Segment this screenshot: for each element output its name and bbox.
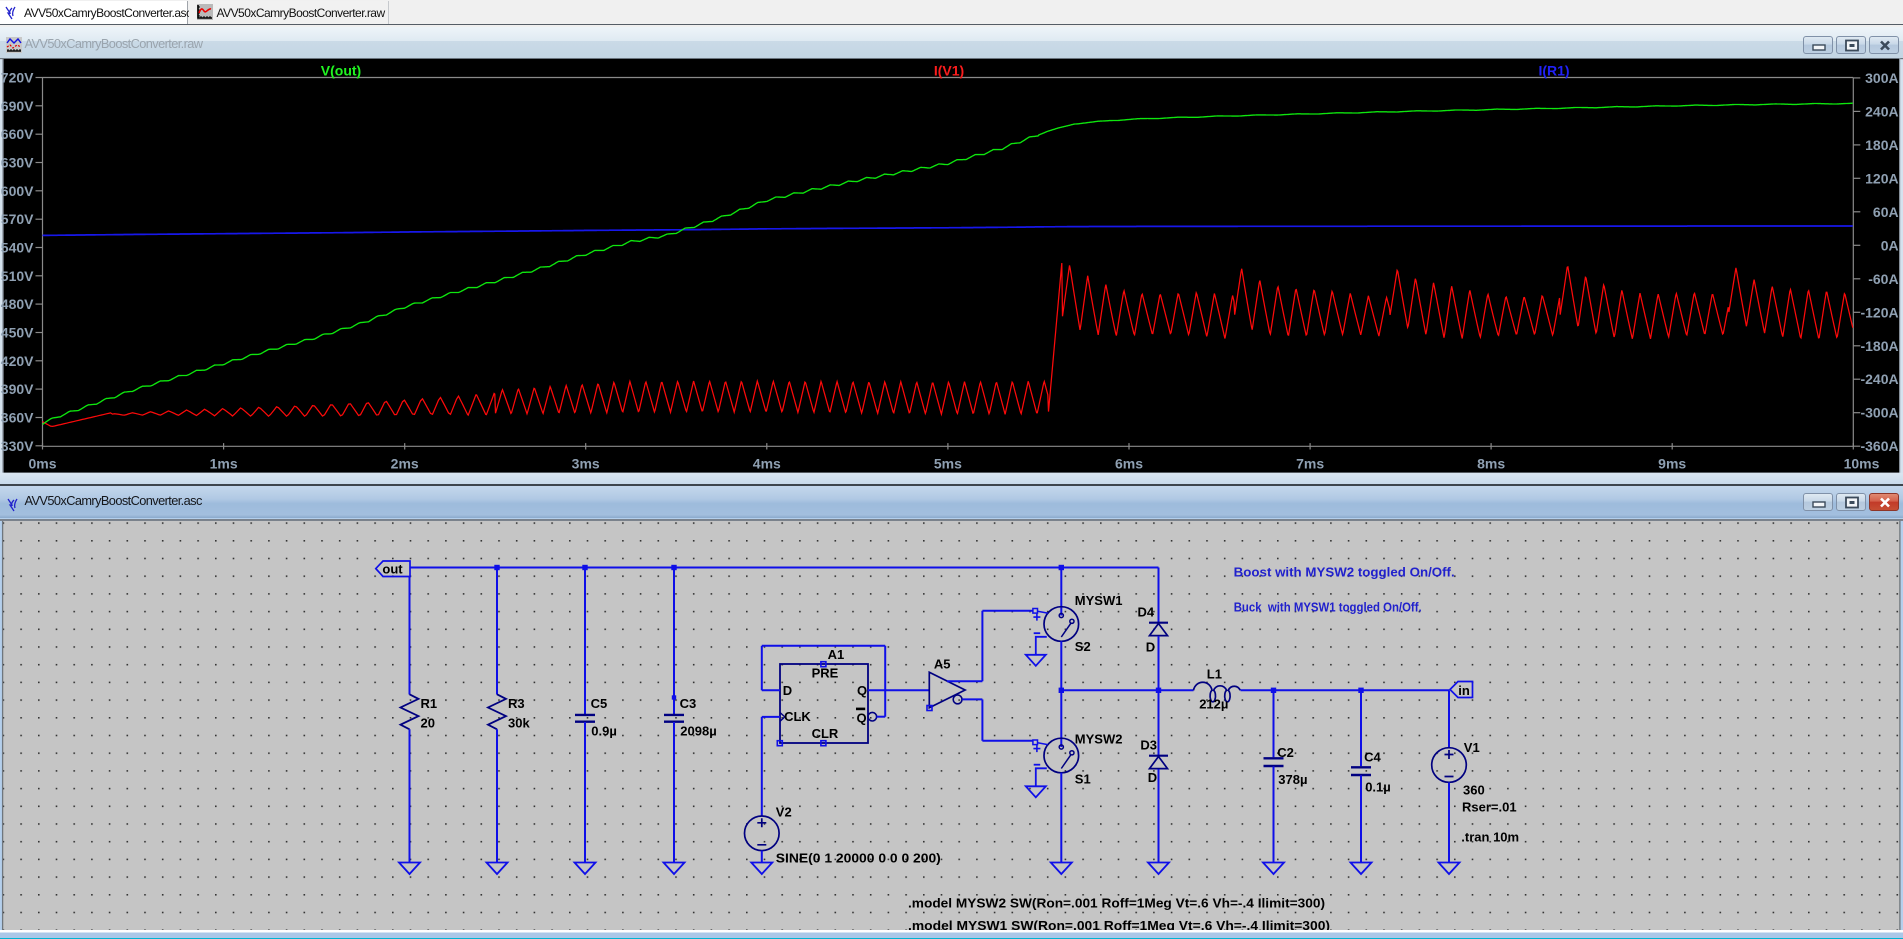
svg-text:V2: V2 — [776, 804, 792, 819]
svg-text:8ms: 8ms — [1477, 456, 1505, 472]
svg-text:540V: 540V — [1, 239, 34, 255]
svg-text:L1: L1 — [1207, 666, 1222, 681]
svg-text:300A: 300A — [1865, 70, 1898, 86]
svg-text:I(R1): I(R1) — [1538, 62, 1569, 78]
svg-text:-60A: -60A — [1868, 271, 1898, 287]
svg-text:PRE: PRE — [812, 665, 839, 680]
svg-text:-120A: -120A — [1860, 304, 1898, 320]
svg-text:-180A: -180A — [1860, 338, 1898, 354]
svg-text:0ms: 0ms — [28, 456, 56, 472]
svg-text:9ms: 9ms — [1658, 456, 1686, 472]
svg-text:V(out): V(out) — [321, 62, 361, 78]
svg-text:480V: 480V — [1, 296, 34, 312]
svg-text:in: in — [1458, 682, 1470, 697]
svg-text:360: 360 — [1463, 782, 1485, 797]
svg-text:5ms: 5ms — [934, 456, 962, 472]
svg-text:420V: 420V — [1, 353, 34, 369]
svg-text:C2: C2 — [1277, 745, 1294, 760]
svg-text:120A: 120A — [1865, 170, 1898, 186]
svg-text:Boost with MYSW2 toggled On/Of: Boost with MYSW2 toggled On/Off. — [1234, 564, 1455, 579]
svg-text:MYSW2: MYSW2 — [1075, 731, 1123, 746]
svg-text:-300A: -300A — [1860, 405, 1898, 421]
svg-text:V1: V1 — [1464, 740, 1480, 755]
svg-text:660V: 660V — [1, 126, 34, 142]
svg-text:D: D — [1146, 639, 1155, 654]
svg-text:Buck with MYSW1 toggled On/Of: Buck with MYSW1 toggled On/Off. — [1234, 599, 1422, 614]
svg-text:0.9µ: 0.9µ — [591, 723, 617, 738]
svg-text:.model MYSW1 SW(Ron=.001 Roff=: .model MYSW1 SW(Ron=.001 Roff=1Meg Vt=.6… — [908, 917, 1330, 930]
svg-text:S1: S1 — [1075, 771, 1091, 786]
svg-text:6ms: 6ms — [1115, 456, 1143, 472]
svg-text:360V: 360V — [1, 409, 34, 425]
svg-text:30k: 30k — [508, 715, 530, 730]
svg-text:330V: 330V — [1, 438, 34, 454]
svg-text:510V: 510V — [1, 268, 34, 284]
svg-text:240A: 240A — [1865, 103, 1898, 119]
svg-text:C3: C3 — [680, 696, 697, 711]
svg-text:SINE(0 1 20000 0 0 0 200): SINE(0 1 20000 0 0 0 200) — [776, 850, 941, 865]
svg-text:4ms: 4ms — [753, 456, 781, 472]
svg-text:out: out — [382, 561, 403, 576]
svg-text:MYSW1: MYSW1 — [1075, 593, 1123, 608]
svg-text:.model MYSW2 SW(Ron=.001 Roff=: .model MYSW2 SW(Ron=.001 Roff=1Meg Vt=.6… — [908, 895, 1325, 910]
svg-text:630V: 630V — [1, 154, 34, 170]
svg-text:A5: A5 — [934, 656, 951, 671]
svg-text:600V: 600V — [1, 183, 34, 199]
svg-text:10ms: 10ms — [1844, 456, 1880, 472]
svg-text:180A: 180A — [1865, 137, 1898, 153]
svg-text:CLK: CLK — [784, 709, 811, 724]
svg-text:I(V1): I(V1) — [934, 62, 964, 78]
svg-text:A1: A1 — [828, 647, 845, 662]
svg-text:20: 20 — [421, 715, 435, 730]
svg-text:60A: 60A — [1873, 204, 1899, 220]
svg-text:2ms: 2ms — [391, 456, 419, 472]
svg-text:D3: D3 — [1140, 737, 1157, 752]
svg-text:1ms: 1ms — [210, 456, 238, 472]
svg-text:0A: 0A — [1881, 237, 1899, 253]
svg-text:Q: Q — [857, 683, 867, 698]
svg-text:C5: C5 — [591, 696, 608, 711]
svg-text:R1: R1 — [421, 696, 438, 711]
svg-text:450V: 450V — [1, 324, 34, 340]
svg-text:Rser=.01: Rser=.01 — [1462, 799, 1517, 814]
svg-text:Q: Q — [857, 710, 867, 725]
svg-text:S2: S2 — [1075, 639, 1091, 654]
svg-text:720V: 720V — [1, 69, 34, 85]
svg-text:C4: C4 — [1364, 749, 1381, 764]
svg-text:-240A: -240A — [1860, 371, 1898, 387]
svg-text:R3: R3 — [508, 696, 525, 711]
svg-text:3ms: 3ms — [572, 456, 600, 472]
svg-text:2098µ: 2098µ — [680, 723, 716, 738]
svg-text:570V: 570V — [1, 211, 34, 227]
svg-text:-360A: -360A — [1860, 438, 1898, 454]
svg-text:212µ: 212µ — [1199, 696, 1228, 711]
svg-text:390V: 390V — [1, 381, 34, 397]
svg-text:D: D — [1148, 770, 1157, 785]
svg-text:0.1µ: 0.1µ — [1365, 779, 1391, 794]
svg-text:.tran 10m: .tran 10m — [1461, 829, 1519, 844]
svg-text:7ms: 7ms — [1296, 456, 1324, 472]
svg-text:D4: D4 — [1138, 604, 1155, 619]
svg-text:690V: 690V — [1, 98, 34, 114]
svg-text:378µ: 378µ — [1278, 772, 1307, 787]
svg-text:D: D — [783, 683, 792, 698]
svg-text:CLR: CLR — [812, 726, 839, 741]
